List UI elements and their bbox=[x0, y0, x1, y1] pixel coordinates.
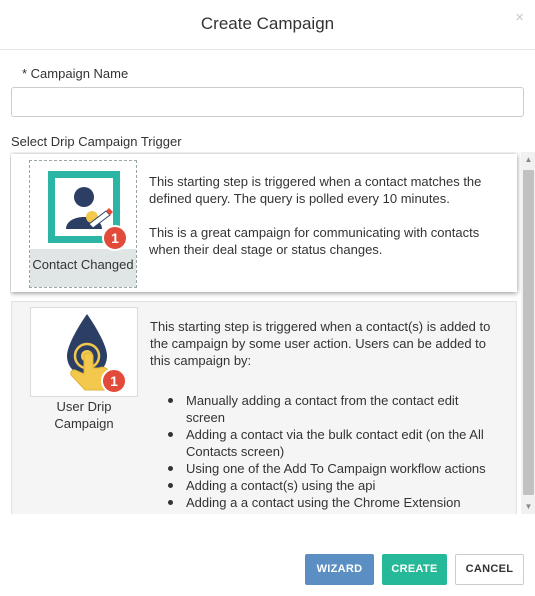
notification-badge: 1 bbox=[101, 368, 127, 394]
trigger-card-contact-changed[interactable]: 1 Contact Changed This starting step is … bbox=[11, 154, 517, 292]
campaign-name-label: * Campaign Name bbox=[22, 66, 129, 81]
trigger-description: This starting step is triggered when a c… bbox=[149, 173, 494, 275]
list-item: Using one of the Add To Campaign workflo… bbox=[168, 460, 495, 477]
scroll-up-icon[interactable]: ▲ bbox=[521, 152, 535, 167]
campaign-name-input[interactable] bbox=[11, 87, 524, 117]
trigger-list: 1 Contact Changed This starting step is … bbox=[10, 152, 535, 514]
trigger-label: User Drip Campaign bbox=[54, 399, 114, 431]
scroll-down-icon[interactable]: ▼ bbox=[521, 499, 535, 514]
description-paragraph: This starting step is triggered when a c… bbox=[149, 174, 482, 206]
scrollbar-thumb[interactable] bbox=[523, 170, 534, 495]
description-list: Manually adding a contact from the conta… bbox=[150, 392, 495, 511]
wizard-button[interactable]: WIZARD bbox=[305, 554, 374, 585]
dialog-title: Create Campaign bbox=[200, 14, 335, 33]
description-paragraph: This is a great campaign for communicati… bbox=[149, 225, 480, 257]
trigger-card-user-drip[interactable]: 1 User Drip Campaign This starting step … bbox=[11, 301, 517, 514]
list-item: Adding a a contact using the Chrome Exte… bbox=[168, 494, 495, 511]
notification-badge: 1 bbox=[102, 225, 128, 251]
trigger-label: Contact Changed bbox=[32, 257, 134, 272]
list-item: Manually adding a contact from the conta… bbox=[168, 392, 495, 426]
trigger-thumbnail: 1 bbox=[30, 307, 138, 397]
trigger-section-label: Select Drip Campaign Trigger bbox=[11, 134, 182, 149]
trigger-thumbnail: 1 Contact Changed bbox=[29, 160, 137, 288]
close-icon[interactable]: × bbox=[515, 10, 524, 25]
list-item: Adding a contact via the bulk contact ed… bbox=[168, 426, 495, 460]
cancel-button[interactable]: CANCEL bbox=[455, 554, 524, 585]
create-button[interactable]: CREATE bbox=[382, 554, 447, 585]
description-paragraph: This starting step is triggered when a c… bbox=[150, 319, 491, 368]
trigger-description: This starting step is triggered when a c… bbox=[150, 318, 495, 511]
dialog-header: Create Campaign × bbox=[0, 0, 535, 50]
vertical-scrollbar[interactable]: ▲ ▼ bbox=[521, 152, 535, 514]
list-item: Adding a contact(s) using the api bbox=[168, 477, 495, 494]
